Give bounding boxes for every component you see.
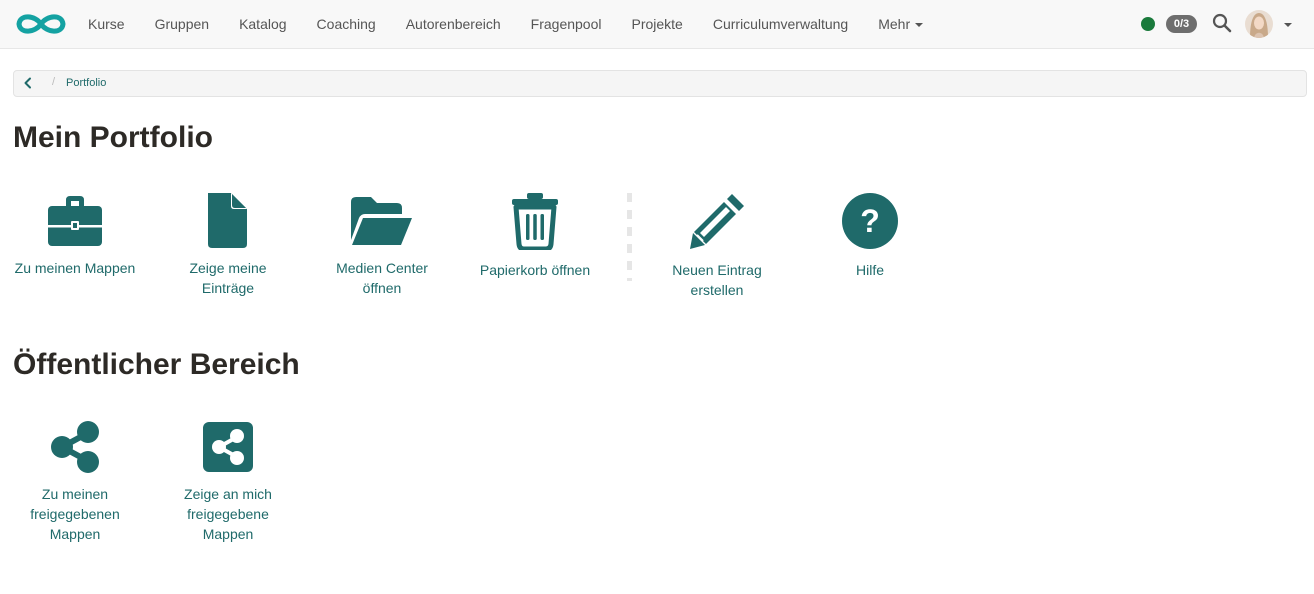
nav-item-curriculumverwaltung[interactable]: Curriculumverwaltung (698, 0, 863, 48)
nav-item-gruppen[interactable]: Gruppen (140, 0, 224, 48)
tile-label: Zeige an mich freigegebene Mappen (184, 486, 272, 542)
nav-item-fragenpool[interactable]: Fragenpool (516, 0, 617, 48)
tile-my-entries[interactable]: Zeige meine Einträge (166, 192, 290, 298)
tile-my-shared-binders[interactable]: Zu meinen freigegebenen Mappen (13, 420, 137, 544)
tile-help[interactable]: ? Hilfe (808, 192, 932, 280)
breadcrumb-separator: / (52, 76, 56, 88)
tile-binders-shared-with-me[interactable]: Zeige an mich freigegebene Mappen (166, 420, 290, 544)
nav-item-mehr-label: Mehr (878, 16, 911, 32)
tile-label: Zeige meine Einträge (189, 260, 267, 296)
share-square-icon (203, 422, 253, 472)
search-icon[interactable] (1212, 13, 1232, 33)
tile-label: Medien Center öffnen (336, 260, 428, 296)
nav-item-kurse[interactable]: Kurse (73, 0, 140, 48)
pencil-icon (690, 194, 744, 249)
file-icon (208, 193, 247, 248)
nav-item-coaching[interactable]: Coaching (302, 0, 391, 48)
nav-item-projekte[interactable]: Projekte (616, 0, 697, 48)
question-circle-icon: ? (842, 193, 898, 249)
share-icon (51, 421, 99, 473)
tile-label: Zu meinen freigegebenen Mappen (30, 486, 120, 542)
tile-label: Neuen Eintrag erstellen (672, 262, 762, 298)
online-status-icon[interactable] (1141, 17, 1155, 31)
briefcase-icon (48, 196, 102, 246)
user-avatar[interactable] (1245, 10, 1273, 38)
notification-counter-badge[interactable]: 0/3 (1166, 15, 1197, 33)
svg-text:?: ? (860, 203, 880, 239)
caret-down-icon (915, 23, 924, 28)
tile-media-center[interactable]: Medien Center öffnen (320, 192, 444, 298)
trash-icon (512, 193, 558, 250)
tile-new-entry[interactable]: Neuen Eintrag erstellen (655, 192, 779, 300)
tile-trash[interactable]: Papierkorb öffnen (473, 192, 597, 280)
tile-group-divider (627, 193, 632, 281)
main-menu: Kurse Gruppen Katalog Coaching Autorenbe… (73, 0, 938, 48)
nav-item-mehr[interactable]: Mehr (863, 0, 938, 48)
user-menu-caret-icon[interactable] (1284, 23, 1292, 27)
breadcrumb: / Portfolio (13, 70, 1307, 97)
breadcrumb-item-portfolio[interactable]: Portfolio (66, 77, 106, 89)
nav-item-autorenbereich[interactable]: Autorenbereich (391, 0, 516, 48)
avatar-image-icon (1245, 10, 1273, 38)
tile-label: Hilfe (855, 262, 884, 278)
chevron-left-icon[interactable] (22, 77, 34, 89)
nav-item-katalog[interactable]: Katalog (224, 0, 301, 48)
infinity-logo-icon[interactable] (14, 10, 68, 38)
portfolio-section-title: Mein Portfolio (13, 121, 213, 154)
public-section-title: Öffentlicher Bereich (13, 348, 300, 381)
tile-label: Zu meinen Mappen (14, 260, 136, 276)
folder-open-icon (351, 197, 412, 245)
tile-my-binders[interactable]: Zu meinen Mappen (13, 192, 137, 278)
top-navbar: Kurse Gruppen Katalog Coaching Autorenbe… (0, 0, 1314, 49)
tile-label: Papierkorb öffnen (479, 262, 591, 278)
